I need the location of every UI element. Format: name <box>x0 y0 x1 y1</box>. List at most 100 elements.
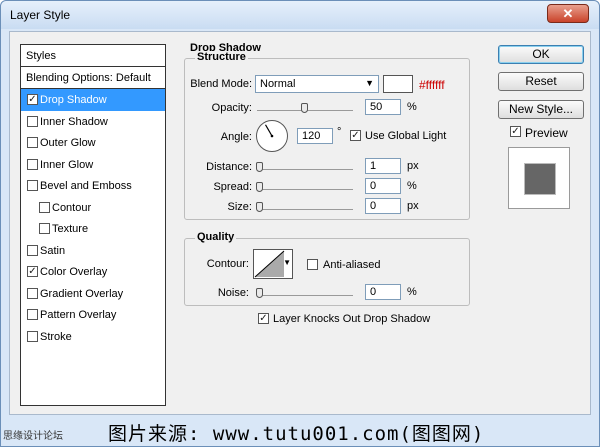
preview-swatch <box>524 163 556 195</box>
shadow-color-swatch[interactable] <box>383 75 413 93</box>
contour-label: Contour: <box>206 258 249 270</box>
style-item-contour[interactable]: Contour <box>21 197 165 219</box>
dialog-body: Styles Blending Options: Default ✓ Drop S… <box>9 31 591 415</box>
noise-unit: % <box>407 286 417 298</box>
style-item-label: Inner Glow <box>40 158 94 171</box>
spread-input[interactable]: 0 <box>365 178 401 194</box>
noise-input[interactable]: 0 <box>365 284 401 300</box>
layer-knocks-out-label[interactable]: Layer Knocks Out Drop Shadow <box>273 313 430 325</box>
style-item-checkbox[interactable]: ✓ <box>27 266 38 277</box>
opacity-label: Opacity: <box>211 102 252 114</box>
style-item-checkbox[interactable] <box>27 137 38 148</box>
distance-unit: px <box>407 160 419 172</box>
style-item-checkbox[interactable]: ✓ <box>27 94 38 105</box>
distance-slider-thumb[interactable] <box>256 162 263 172</box>
contour-picker[interactable]: ▼ <box>253 249 293 279</box>
style-item-label: Color Overlay <box>40 266 108 278</box>
blend-mode-label: Blend Mode: <box>190 78 252 90</box>
close-icon: ✕ <box>562 6 574 21</box>
blend-mode-select[interactable]: Normal ▼ <box>255 75 379 93</box>
angle-dial-icon <box>256 120 288 152</box>
opacity-input[interactable]: 50 <box>365 99 401 115</box>
structure-title: Structure <box>195 51 248 63</box>
noise-slider-thumb[interactable] <box>256 288 263 298</box>
reset-button[interactable]: Reset <box>498 72 584 91</box>
blend-mode-value: Normal <box>260 78 296 90</box>
ok-button[interactable]: OK <box>498 45 584 64</box>
noise-label: Noise: <box>217 287 249 299</box>
style-item-inner-shadow[interactable]: Inner Shadow <box>21 111 165 133</box>
shadow-color-hex: #ffffff <box>419 78 445 92</box>
anti-aliased-checkbox[interactable] <box>307 259 318 270</box>
style-item-pattern-overlay[interactable]: Pattern Overlay <box>21 304 165 326</box>
style-item-checkbox[interactable] <box>27 158 38 170</box>
style-item-satin[interactable]: Satin <box>21 240 165 262</box>
size-label: Size: <box>227 201 252 213</box>
distance-input[interactable]: 1 <box>365 158 401 174</box>
style-item-label: Outer Glow <box>40 137 96 149</box>
window-title: Layer Style <box>10 8 71 22</box>
anti-aliased-label[interactable]: Anti-aliased <box>323 259 380 271</box>
style-item-color-overlay[interactable]: ✓ Color Overlay <box>21 261 165 283</box>
contour-curve-icon <box>254 250 285 278</box>
size-slider[interactable] <box>256 201 353 212</box>
blending-options-item[interactable]: Blending Options: Default <box>21 67 165 89</box>
close-button[interactable]: ✕ <box>547 4 589 23</box>
watermark-caption: 图片来源: www.tutu001.com(图图网) <box>108 423 485 445</box>
spread-unit: % <box>407 180 417 192</box>
use-global-light-label[interactable]: Use Global Light <box>365 130 446 142</box>
size-slider-thumb[interactable] <box>256 202 263 212</box>
angle-label: Angle: <box>220 131 252 143</box>
style-item-outer-glow[interactable]: Outer Glow <box>21 132 165 154</box>
size-unit: px <box>407 200 419 212</box>
layer-knocks-out-checkbox[interactable]: ✓ <box>258 313 269 324</box>
style-item-label: Pattern Overlay <box>40 309 117 321</box>
angle-dial[interactable] <box>255 119 289 153</box>
opacity-slider[interactable] <box>257 102 353 113</box>
size-input[interactable]: 0 <box>365 198 401 214</box>
preview-label[interactable]: Preview <box>525 126 568 140</box>
style-item-label: Bevel and Emboss <box>40 180 132 192</box>
style-item-label: Satin <box>40 244 66 257</box>
style-item-drop-shadow[interactable]: ✓ Drop Shadow <box>21 89 165 111</box>
watermark-left-text: 思缘设计论坛 <box>3 431 63 442</box>
title-bar: Layer Style ✕ <box>1 1 599 29</box>
styles-header[interactable]: Styles <box>21 45 165 67</box>
style-item-label: Stroke <box>40 330 72 343</box>
style-item-label: Drop Shadow <box>40 94 107 106</box>
spread-label: Spread: <box>213 181 252 193</box>
style-item-checkbox[interactable] <box>27 330 38 342</box>
style-item-stroke[interactable]: Stroke <box>21 326 165 348</box>
style-item-checkbox[interactable] <box>27 115 38 127</box>
style-item-checkbox[interactable] <box>27 244 38 256</box>
style-item-checkbox[interactable] <box>39 201 50 213</box>
opacity-unit: % <box>407 101 417 113</box>
style-item-checkbox[interactable] <box>39 223 50 234</box>
preview-checkbox[interactable]: ✓ <box>510 126 521 137</box>
quality-group: Quality Contour: ▼ Anti-aliased Noise: 0… <box>184 231 470 306</box>
style-item-gradient-overlay[interactable]: Gradient Overlay <box>21 283 165 305</box>
style-item-bevel-and-emboss[interactable]: Bevel and Emboss <box>21 175 165 197</box>
style-item-texture[interactable]: Texture <box>21 218 165 240</box>
preview-box <box>508 147 570 209</box>
spread-slider[interactable] <box>256 181 353 192</box>
contour-dropdown-icon[interactable]: ▼ <box>283 258 291 267</box>
opacity-slider-thumb[interactable] <box>301 103 308 113</box>
angle-unit: ° <box>337 126 342 138</box>
style-item-checkbox[interactable] <box>27 180 38 191</box>
distance-label: Distance: <box>206 161 252 173</box>
quality-title: Quality <box>195 231 237 243</box>
style-item-checkbox[interactable] <box>27 287 38 299</box>
distance-slider[interactable] <box>256 161 353 172</box>
style-item-checkbox[interactable] <box>27 309 38 320</box>
structure-group: Structure Blend Mode: Normal ▼ #ffffff O… <box>184 51 470 220</box>
spread-slider-thumb[interactable] <box>256 182 263 192</box>
new-style-button[interactable]: New Style... <box>498 100 584 119</box>
angle-input[interactable]: 120 <box>297 128 333 144</box>
style-item-inner-glow[interactable]: Inner Glow <box>21 154 165 176</box>
styles-list: Styles Blending Options: Default ✓ Drop S… <box>20 44 166 406</box>
style-item-label: Inner Shadow <box>40 115 108 128</box>
use-global-light-checkbox[interactable]: ✓ <box>350 130 361 141</box>
style-item-label: Gradient Overlay <box>40 287 124 300</box>
noise-slider[interactable] <box>256 287 353 298</box>
